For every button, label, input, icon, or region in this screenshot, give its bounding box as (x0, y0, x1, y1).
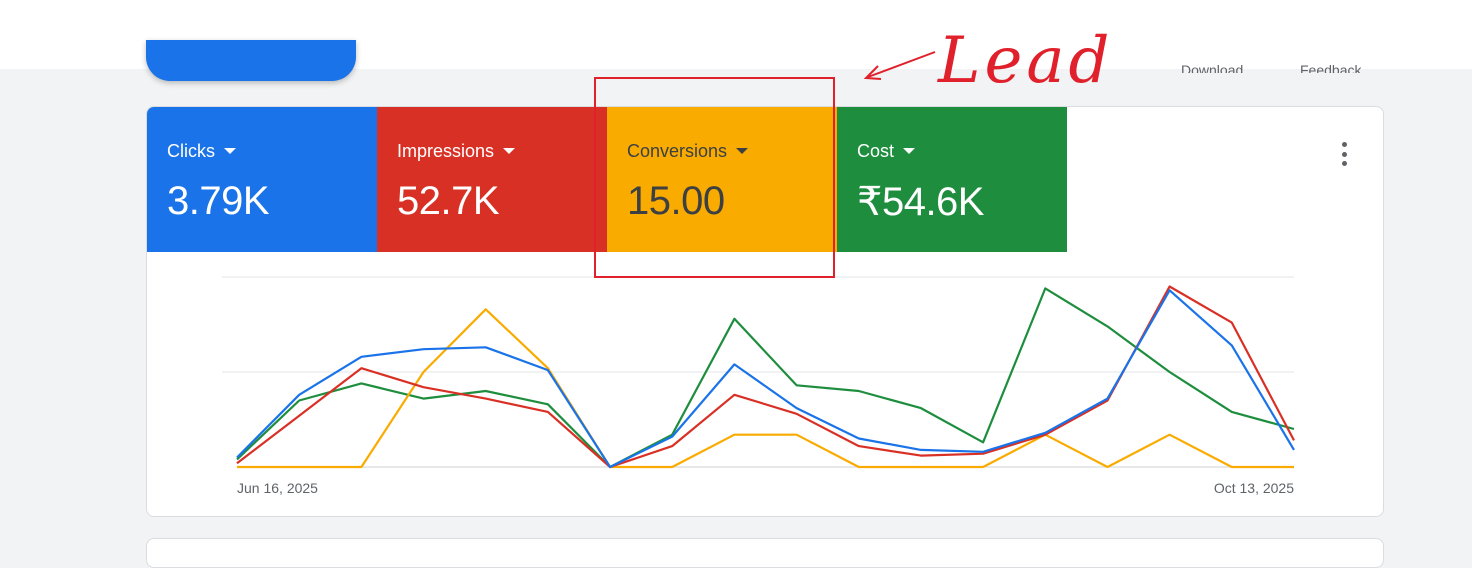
series-line-conversions (237, 308, 1294, 469)
performance-line-chart: Jun 16, 2025 Oct 13, 2025 (222, 276, 1295, 496)
x-axis-end-label: Oct 13, 2025 (1214, 480, 1294, 496)
next-card (146, 538, 1384, 568)
feedback-link[interactable]: Feedback (1300, 58, 1361, 73)
performance-card: Clicks 3.79K Impressions 52.7K Conversio… (146, 106, 1384, 517)
series-line-impressions (236, 285, 1295, 469)
download-link[interactable]: Download (1181, 58, 1243, 73)
x-axis-start-label: Jun 16, 2025 (237, 480, 318, 496)
primary-action-button[interactable] (146, 40, 356, 81)
